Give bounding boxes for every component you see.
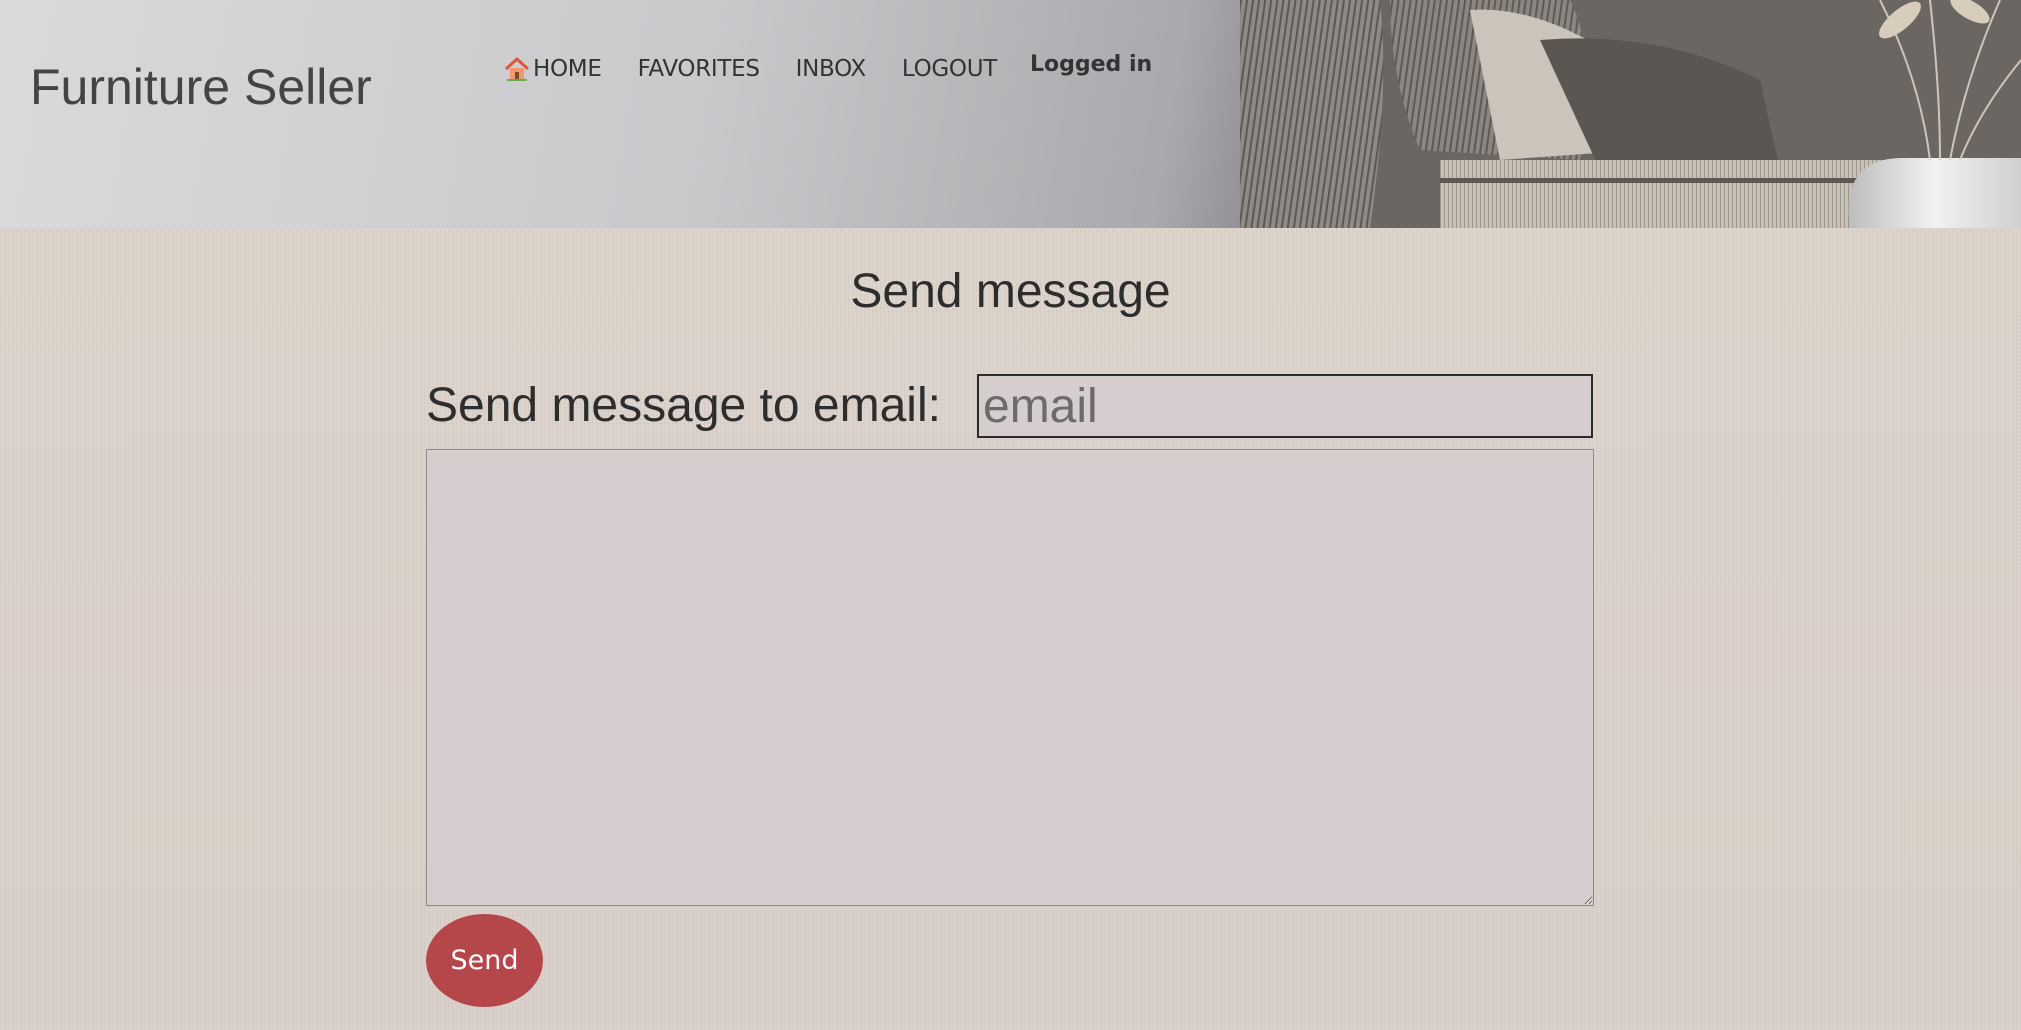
email-label: Send message to email: xyxy=(426,379,941,432)
message-textarea[interactable] xyxy=(426,449,1594,906)
send-button[interactable]: Send xyxy=(426,914,543,1007)
site-title: Furniture Seller xyxy=(30,59,372,115)
nav-home-label: HOME xyxy=(533,56,602,82)
home-icon xyxy=(504,57,530,81)
nav-home-link[interactable]: HOME xyxy=(503,56,602,82)
nav-logout-link[interactable]: LOGOUT xyxy=(902,56,997,82)
main-nav: HOME FAVORITES INBOX LOGOUT xyxy=(503,56,997,82)
login-status: Logged in xyxy=(1030,52,1153,77)
email-input[interactable] xyxy=(977,374,1593,438)
site-header: Furniture Seller HOME FAVORITES INBOX LO… xyxy=(0,0,2021,228)
header-sofa-photo xyxy=(1240,0,2021,228)
nav-inbox-link[interactable]: INBOX xyxy=(796,56,867,82)
nav-favorites-link[interactable]: FAVORITES xyxy=(638,56,760,82)
page-title: Send message xyxy=(850,265,1171,318)
